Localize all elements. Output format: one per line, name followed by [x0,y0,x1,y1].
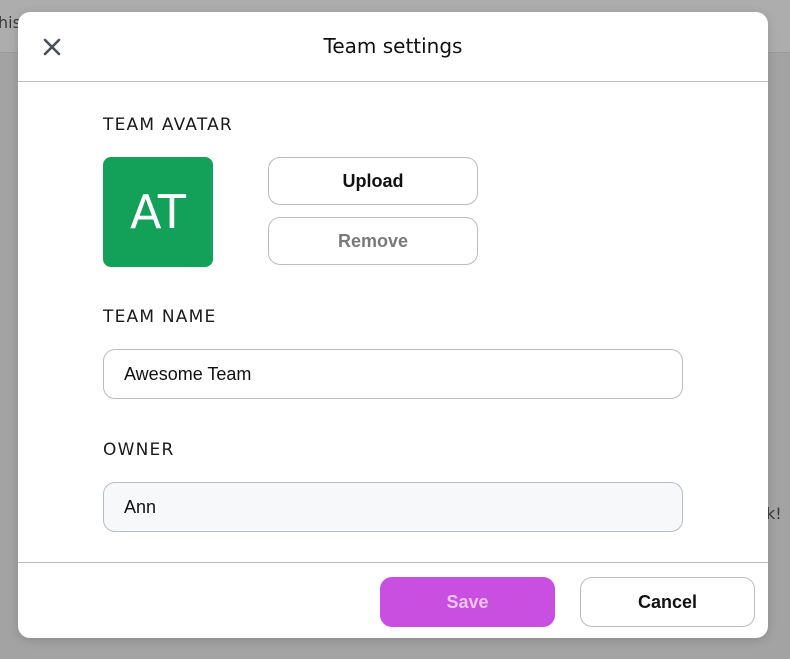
dialog-title: Team settings [323,34,463,58]
remove-button[interactable]: Remove [268,217,478,265]
dialog-header: Team settings [18,12,768,82]
team-name-label: TEAM NAME [103,307,217,327]
team-avatar-label: TEAM AVATAR [103,115,233,135]
team-settings-dialog: Team settings TEAM AVATAR AT Upload Remo… [18,12,768,638]
background-text: k! [766,504,782,523]
close-icon [43,38,61,56]
close-button[interactable] [40,35,64,59]
team-name-input[interactable]: Awesome Team [103,349,683,399]
owner-select[interactable]: Ann [103,482,683,532]
dialog-footer: Save Cancel [18,562,768,638]
team-avatar: AT [103,157,213,267]
owner-label: OWNER [103,440,175,460]
save-button[interactable]: Save [380,577,555,627]
upload-button[interactable]: Upload [268,157,478,205]
cancel-button[interactable]: Cancel [580,577,755,627]
